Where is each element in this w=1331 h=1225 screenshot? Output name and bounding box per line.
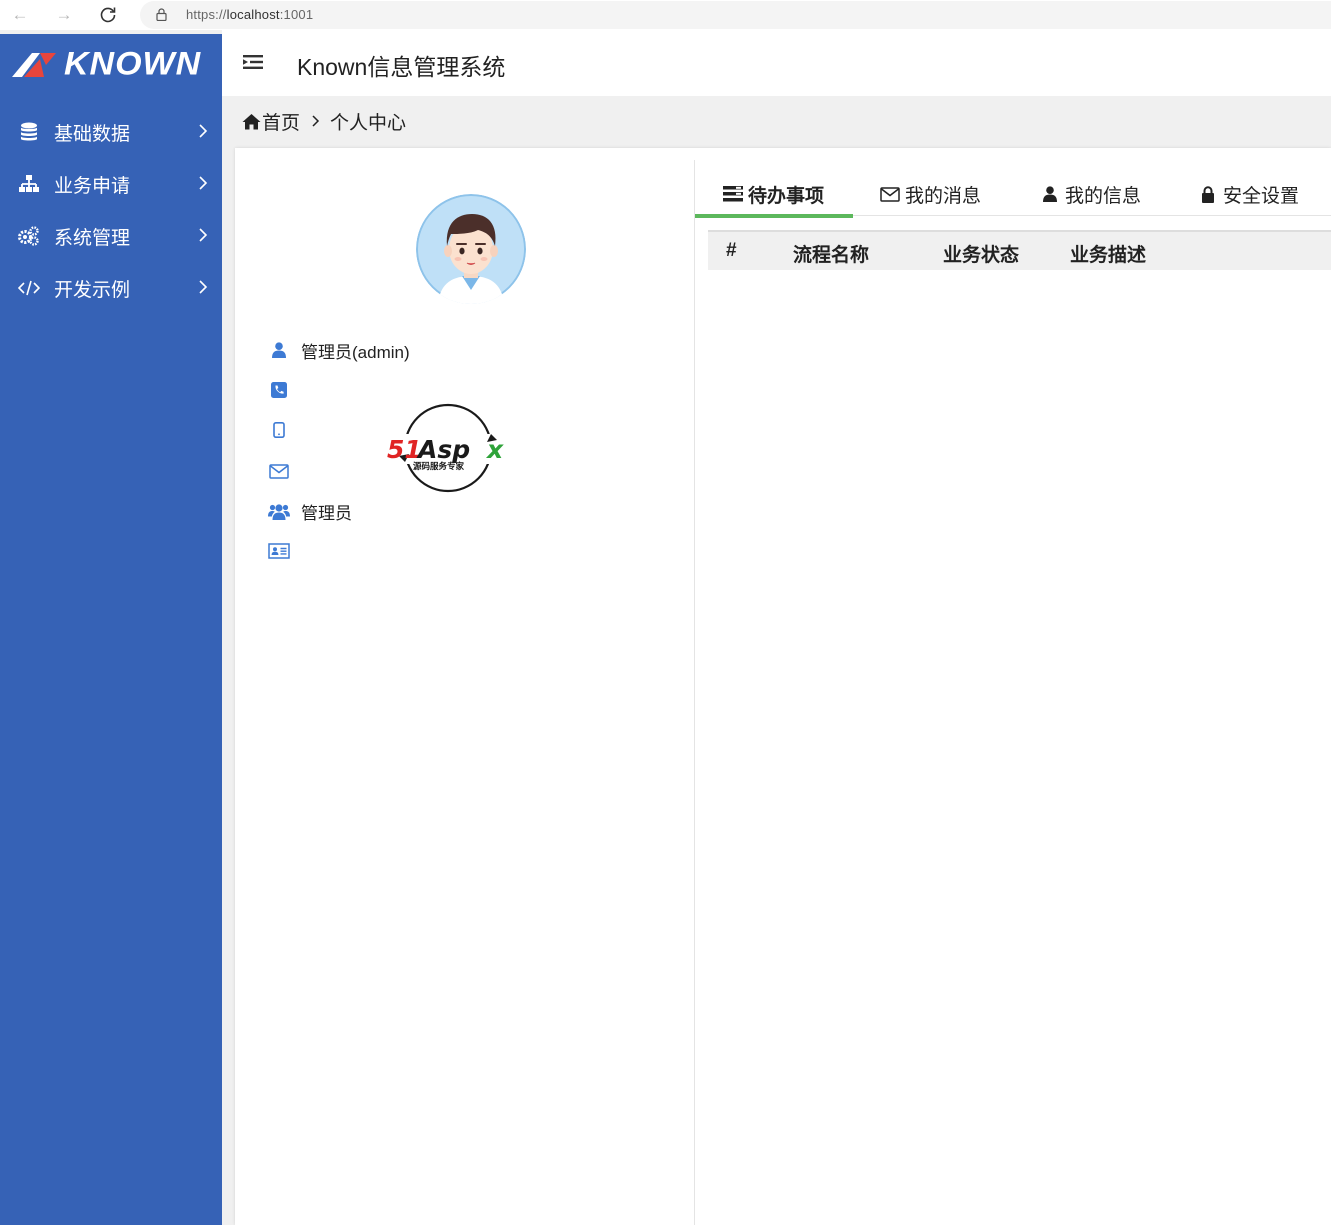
profile-email-row <box>267 458 301 484</box>
column-header-flow-name: 流程名称 <box>793 245 870 266</box>
app-title: Known信息管理系统 <box>297 54 506 80</box>
logo[interactable]: KNOWN <box>10 45 202 82</box>
column-header-index: # <box>726 240 737 261</box>
address-bar[interactable]: https://localhost:1001 <box>140 1 1331 29</box>
chevron-right-icon <box>199 124 208 138</box>
svg-text:51: 51 <box>387 435 422 464</box>
breadcrumb: 首页 个人中心 <box>242 108 406 134</box>
user-icon <box>267 339 291 361</box>
profile-tabs: 待办事项 我的消息 我的信息 安全设置 <box>695 172 1331 218</box>
tab-messages[interactable]: 我的消息 <box>880 172 981 216</box>
svg-text:源码服务专家: 源码服务专家 <box>413 461 465 472</box>
sidebar: KNOWN 基础数据 业务申请 系统管理 开发示例 <box>0 34 222 1225</box>
sidebar-item-dev-examples[interactable]: 开发示例 <box>0 262 222 314</box>
users-icon <box>267 500 291 522</box>
logo-text: KNOWN <box>64 45 202 82</box>
sidebar-item-label: 基础数据 <box>54 123 131 145</box>
lock-icon <box>1198 185 1218 203</box>
chevron-right-icon <box>199 176 208 190</box>
chevron-right-icon <box>312 115 320 127</box>
top-header: Known信息管理系统 <box>222 30 1331 96</box>
sidebar-item-business-apply[interactable]: 业务申请 <box>0 158 222 210</box>
sidebar-menu: 基础数据 业务申请 系统管理 开发示例 <box>0 106 222 314</box>
code-icon <box>18 277 40 299</box>
id-card-icon <box>267 540 291 562</box>
tab-my-info[interactable]: 我的信息 <box>1040 172 1141 216</box>
url-text: https://localhost:1001 <box>186 7 313 22</box>
cogs-icon <box>18 225 40 247</box>
forward-arrow-icon[interactable]: → <box>52 3 76 27</box>
sidebar-item-system-manage[interactable]: 系统管理 <box>0 210 222 262</box>
profile-name-row: 管理员(admin) <box>267 337 410 363</box>
sidebar-item-basic-data[interactable]: 基础数据 <box>0 106 222 158</box>
envelope-icon <box>267 460 291 482</box>
tab-security[interactable]: 安全设置 <box>1198 172 1299 216</box>
sidebar-toggle-icon[interactable] <box>242 52 264 72</box>
tab-todo[interactable]: 待办事项 <box>695 172 853 218</box>
sidebar-item-label: 开发示例 <box>54 279 131 301</box>
column-divider <box>694 160 695 1225</box>
user-icon <box>1040 185 1060 203</box>
tab-label: 我的信息 <box>1065 185 1142 207</box>
tab-label: 待办事项 <box>748 185 825 207</box>
avatar <box>416 194 526 304</box>
tab-label: 我的消息 <box>905 185 982 207</box>
profile-role: 管理员 <box>301 503 352 523</box>
breadcrumb-home-link[interactable]: 首页 <box>262 108 300 135</box>
browser-toolbar: ← → https://localhost:1001 <box>0 0 1331 30</box>
mobile-icon <box>267 419 291 441</box>
url-host: localhost <box>226 7 280 22</box>
url-scheme: https:// <box>186 7 227 22</box>
profile-mobile-row <box>267 417 301 443</box>
reload-icon[interactable] <box>96 3 120 27</box>
list-icon <box>723 185 743 203</box>
profile-note-row <box>267 538 301 564</box>
svg-text:x: x <box>485 435 504 464</box>
watermark-logo: 51 Asp x 源码服务专家 <box>387 403 513 493</box>
back-arrow-icon[interactable]: ← <box>8 3 32 27</box>
chevron-right-icon <box>199 228 208 242</box>
column-header-description: 业务描述 <box>1070 245 1147 266</box>
lock-icon <box>156 8 167 21</box>
url-port: :1001 <box>279 7 314 22</box>
database-icon <box>18 121 40 143</box>
sidebar-item-label: 业务申请 <box>54 175 131 197</box>
logo-mark-icon <box>12 53 56 77</box>
envelope-icon <box>880 185 900 203</box>
profile-panel: 管理员(admin) 管理员 51 Asp x 源码服务专家 待办事项 我的消息… <box>235 148 1331 1225</box>
svg-text:Asp: Asp <box>416 435 470 464</box>
tab-label: 安全设置 <box>1223 185 1300 207</box>
sitemap-icon <box>18 173 40 195</box>
home-icon <box>242 113 261 129</box>
profile-name: 管理员(admin) <box>301 342 410 362</box>
column-header-status: 业务状态 <box>943 245 1020 266</box>
phone-icon <box>267 379 291 401</box>
sidebar-item-label: 系统管理 <box>54 227 131 249</box>
todo-table-header: # 流程名称 业务状态 业务描述 <box>708 230 1331 270</box>
breadcrumb-current: 个人中心 <box>330 112 407 134</box>
chevron-right-icon <box>199 280 208 294</box>
profile-phone-row <box>267 377 301 403</box>
profile-card: 管理员(admin) 管理员 51 Asp x 源码服务专家 <box>235 148 694 1225</box>
profile-role-row: 管理员 <box>267 498 352 524</box>
